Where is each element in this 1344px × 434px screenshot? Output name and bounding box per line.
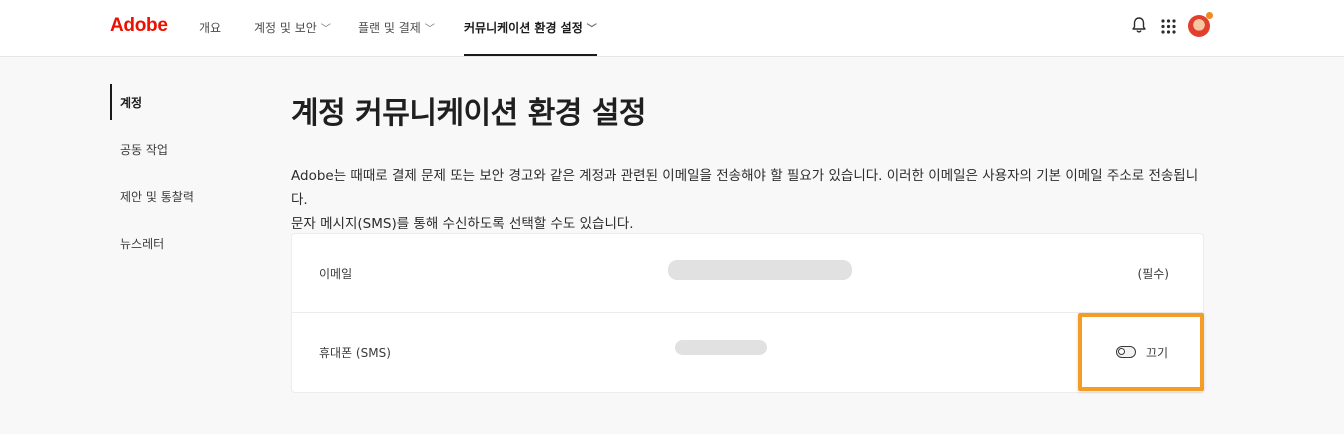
sidebar-item-collaboration[interactable]: 공동 작업 bbox=[110, 141, 168, 158]
sms-label: 휴대폰 (SMS) bbox=[319, 346, 391, 360]
bell-icon[interactable] bbox=[1131, 16, 1147, 34]
sms-row: 휴대폰 (SMS) 끄기 bbox=[292, 313, 1203, 391]
top-navigation-bar: Adobe 개요 계정 및 보안 ﹀ 플랜 및 결제 ﹀ 커뮤니케이션 환경 설… bbox=[0, 0, 1344, 57]
nav-overview[interactable]: 개요 bbox=[199, 19, 221, 36]
email-label: 이메일 bbox=[319, 267, 353, 281]
nav-communication-preferences[interactable]: 커뮤니케이션 환경 설정 ﹀ bbox=[464, 19, 597, 56]
chevron-down-icon: ﹀ bbox=[424, 24, 435, 35]
notification-dot bbox=[1206, 12, 1213, 19]
sms-toggle[interactable] bbox=[1116, 346, 1136, 358]
app-grid-icon[interactable] bbox=[1161, 19, 1176, 34]
required-label: (필수) bbox=[1137, 267, 1169, 281]
nav-plans-billing[interactable]: 플랜 및 결제 ﹀ bbox=[358, 19, 435, 36]
sidebar-item-account[interactable]: 계정 bbox=[110, 94, 142, 111]
page-description: Adobe는 때때로 결제 문제 또는 보안 경고와 같은 계정과 관련된 이메… bbox=[291, 164, 1211, 236]
chevron-down-icon: ﹀ bbox=[320, 24, 331, 35]
page-title: 계정 커뮤니케이션 환경 설정 bbox=[291, 96, 647, 131]
redacted-phone-value bbox=[675, 340, 767, 355]
adobe-logo[interactable]: Adobe bbox=[110, 15, 168, 37]
toggle-knob bbox=[1118, 348, 1125, 355]
sidebar-item-newsletter[interactable]: 뉴스레터 bbox=[110, 235, 164, 252]
chevron-down-icon: ﹀ bbox=[586, 24, 597, 35]
nav-account-security[interactable]: 계정 및 보안 ﹀ bbox=[254, 19, 331, 36]
active-tab-underline bbox=[464, 54, 597, 56]
preferences-card: 이메일 (필수) 휴대폰 (SMS) 끄기 bbox=[291, 233, 1204, 393]
description-line-1: Adobe는 때때로 결제 문제 또는 보안 경고와 같은 계정과 관련된 이메… bbox=[291, 168, 1199, 208]
redacted-email-value bbox=[668, 260, 852, 280]
sidebar-item-offers-insights[interactable]: 제안 및 통찰력 bbox=[110, 188, 194, 205]
email-row: 이메일 (필수) bbox=[292, 234, 1203, 313]
sms-toggle-label: 끄기 bbox=[1146, 346, 1169, 360]
